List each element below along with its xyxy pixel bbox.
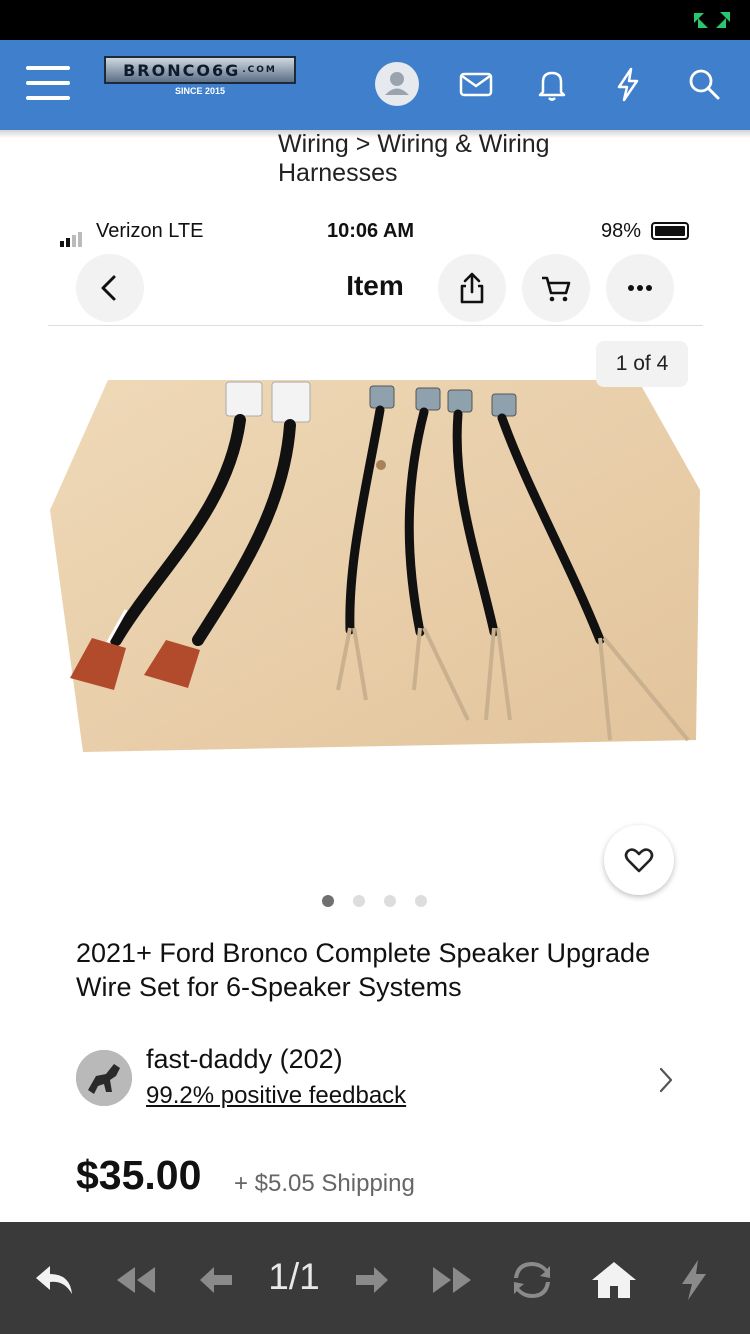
pager-dot[interactable] <box>415 895 427 907</box>
search-icon[interactable] <box>682 62 726 106</box>
prev-button[interactable] <box>192 1256 240 1304</box>
next-icon <box>356 1267 388 1293</box>
heart-icon <box>624 848 654 873</box>
chevron-right-icon[interactable] <box>656 1066 676 1094</box>
last-page-button[interactable] <box>428 1256 476 1304</box>
reply-button[interactable] <box>30 1256 78 1304</box>
back-icon <box>101 275 116 301</box>
flash-button[interactable] <box>670 1256 718 1304</box>
seller-name[interactable]: fast-daddy (202) <box>146 1044 343 1075</box>
carrier-label: Verizon LTE <box>96 220 204 242</box>
signal-icon <box>60 224 84 247</box>
battery-percent: 98% <box>601 220 642 242</box>
back-button[interactable] <box>76 254 144 322</box>
first-page-icon <box>117 1267 155 1293</box>
home-icon <box>592 1262 636 1298</box>
user-avatar[interactable] <box>375 62 419 106</box>
home-button[interactable] <box>590 1256 638 1304</box>
watch-button[interactable] <box>604 825 674 895</box>
pager-dot[interactable] <box>322 895 334 907</box>
first-page-button[interactable] <box>112 1256 160 1304</box>
bottom-toolbar: 1/1 <box>0 1222 750 1334</box>
nav-title: Item <box>346 270 404 301</box>
menu-icon[interactable] <box>26 66 70 102</box>
clock: 10:06 AM <box>327 220 415 242</box>
more-icon <box>628 285 652 291</box>
item-nav-bar: Item <box>0 250 750 326</box>
pager-dot[interactable] <box>384 895 396 907</box>
product-photo[interactable] <box>48 370 703 760</box>
last-page-icon <box>433 1267 471 1293</box>
system-status-bar <box>0 0 750 40</box>
image-counter: 1 of 4 <box>596 341 688 387</box>
embedded-ios-status-bar: Verizon LTE 10:06 AM 98% <box>0 216 750 248</box>
nav-divider <box>48 325 703 326</box>
expand-icon[interactable] <box>692 10 732 30</box>
breadcrumb[interactable]: Wiring > Wiring & Wiring Harnesses <box>278 130 638 188</box>
mail-icon[interactable] <box>454 62 498 106</box>
next-button[interactable] <box>348 1256 396 1304</box>
cart-button[interactable] <box>522 254 590 322</box>
shipping-cost: + $5.05 Shipping <box>234 1170 415 1197</box>
logo-tagline: SINCE 2015 <box>174 86 226 96</box>
seller-feedback-link[interactable]: 99.2% positive feedback <box>146 1082 406 1110</box>
seller-avatar[interactable] <box>76 1050 132 1106</box>
flash-icon <box>682 1260 706 1300</box>
flash-icon[interactable] <box>606 62 650 106</box>
item-price: $35.00 <box>76 1152 202 1198</box>
forum-header: BRONCO6G .COM SINCE 2015 <box>0 40 750 130</box>
more-button[interactable] <box>606 254 674 322</box>
user-icon <box>385 72 409 95</box>
share-icon <box>460 272 484 304</box>
item-title: 2021+ Ford Bronco Complete Speaker Upgra… <box>76 938 651 1002</box>
image-pager[interactable] <box>322 894 446 907</box>
cart-icon <box>542 276 571 302</box>
page-indicator[interactable]: 1/1 <box>262 1256 326 1298</box>
prev-icon <box>200 1267 232 1293</box>
bronco-horse-icon <box>76 1050 132 1106</box>
refresh-button[interactable] <box>508 1256 556 1304</box>
share-button[interactable] <box>438 254 506 322</box>
bell-icon[interactable] <box>530 62 574 106</box>
site-logo[interactable]: BRONCO6G .COM SINCE 2015 <box>104 56 296 104</box>
reply-icon <box>36 1266 72 1294</box>
pager-dot[interactable] <box>353 895 365 907</box>
logo-wordmark: BRONCO6G .COM <box>104 56 296 84</box>
battery-icon <box>651 222 689 240</box>
refresh-icon <box>514 1262 550 1298</box>
